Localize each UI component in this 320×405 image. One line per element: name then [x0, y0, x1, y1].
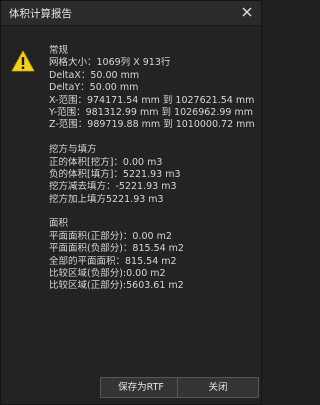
cut-minus-fill-line: 挖方减去填方：-5221.93 m3	[49, 181, 177, 193]
section-heading-area: 面积	[49, 218, 69, 230]
grid-size-line: 网格大小：1069列 X 913行	[49, 57, 171, 69]
y-range-line: Y-范围：981312.99 mm 到 1026962.99 mm	[49, 106, 253, 118]
negative-volume-line: 负的体积[填方]：5221.93 m3	[49, 168, 181, 180]
planar-area-negative-line: 平面面积(负部分)：815.54 m2	[49, 243, 184, 255]
close-icon[interactable]	[239, 4, 255, 20]
compare-area-positive-line: 比较区域(正部分):5603.61 m2	[49, 280, 184, 292]
section-heading-general: 常规	[49, 45, 69, 56]
planar-area-total-line: 全部的平面面积：815.54 m2	[49, 255, 177, 267]
delta-x-line: DeltaX：50.00 mm	[49, 69, 140, 81]
positive-volume-line: 正的体积[挖方]：0.00 m3	[49, 156, 163, 168]
z-range-line: Z-范围：989719.88 mm 到 1010000.72 mm	[49, 119, 255, 131]
compare-area-negative-line: 比较区域(负部分):0.00 m2	[49, 268, 166, 280]
x-range-line: X-范围：974171.54 mm 到 1027621.54 mm	[49, 94, 255, 106]
report-body: 常规 网格大小：1069列 X 913行 DeltaX：50.00 mm Del…	[49, 45, 257, 293]
delta-y-line: DeltaY：50.00 mm	[49, 82, 139, 94]
window-title: 体积计算报告	[9, 8, 72, 20]
title-bar: 体积计算报告	[1, 1, 261, 26]
warning-icon	[11, 50, 35, 72]
section-heading-cutfill: 挖方与填方	[49, 144, 97, 156]
cut-plus-fill-line: 挖方加上填方5221.93 m3	[49, 193, 164, 205]
close-button[interactable]: 关闭	[177, 377, 259, 398]
save-rtf-button[interactable]: 保存为RTF	[100, 377, 182, 398]
planar-area-positive-line: 平面面积(正部分)：0.00 m2	[49, 230, 172, 242]
volume-report-dialog: 体积计算报告 常规 网格大小：1069列 X 913行 DeltaX：50.00…	[0, 0, 262, 405]
